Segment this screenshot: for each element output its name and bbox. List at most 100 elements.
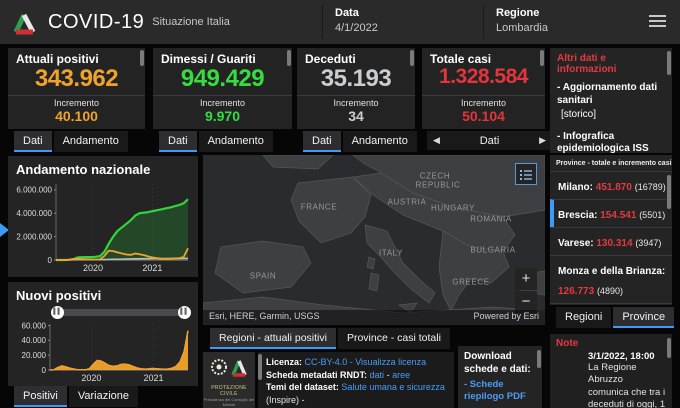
download-pdf-link[interactable]: - Schede riepilogo PDF <box>464 379 536 404</box>
tab-regioni-attuali-positivi[interactable]: Regioni - attuali positivi <box>210 328 336 349</box>
andamento-nazionale-panel: Andamento nazionale 0 2.000.000 4.000.000 6… <box>8 156 198 277</box>
slider-track[interactable] <box>54 309 188 316</box>
scrollbar-thumb[interactable] <box>537 350 541 368</box>
tab-andamento[interactable]: Andamento <box>198 131 273 152</box>
slider-handle-end[interactable]: ▌▌ <box>178 306 191 319</box>
aree-link[interactable]: aree <box>392 370 410 380</box>
salute-link[interactable]: Salute umana e sicurezza <box>341 382 445 392</box>
dati-link[interactable]: dati <box>370 370 385 380</box>
svg-text:0: 0 <box>48 256 53 265</box>
altri-dati-link[interactable]: - Infografica epidemiologica ISS <box>557 131 665 154</box>
card-title: Dimessi / Guariti <box>161 52 256 66</box>
map-landmass <box>203 155 545 325</box>
province-row[interactable]: Milano: 451.870 (16789) <box>550 171 672 199</box>
tab-province[interactable]: Province <box>613 307 675 328</box>
province-total: 126.773 <box>558 286 597 297</box>
download-panel: Download schede e dati: - Schede riepilo… <box>458 346 542 408</box>
menu-icon[interactable] <box>649 15 666 30</box>
country-label: FRANCE <box>300 202 338 212</box>
svg-text:2021: 2021 <box>142 263 162 273</box>
note-panel: Note 3/1/2022, 18:00 La Regione Abruzzo … <box>550 334 672 408</box>
scrollbar-thumb[interactable] <box>667 51 671 75</box>
province-name: Monza e della Brianza: <box>558 266 666 277</box>
note-text: La Regione Abruzzo comunica che tra i de… <box>588 362 666 408</box>
country-label: REPUBLIC <box>415 180 461 190</box>
scrollbar-thumb[interactable] <box>258 354 262 380</box>
pager-prev-icon[interactable]: ◀ <box>433 135 440 146</box>
right-tabs: Regioni Province <box>556 307 676 329</box>
tab-andamento[interactable]: Andamento <box>53 131 128 152</box>
province-name: Varese: <box>558 238 597 249</box>
card-value: 949.429 <box>180 65 265 92</box>
svg-text:6.000.000: 6.000.000 <box>16 186 52 195</box>
slider-handle-start[interactable]: ▌▌ <box>51 306 64 319</box>
province-increment: (16789) <box>634 182 666 192</box>
province-row[interactable]: Monza e della Brianza: 126.773 (4890) <box>550 255 672 303</box>
scrollbar-thumb[interactable] <box>540 50 544 66</box>
altri-dati-panel: Altri dati e informazioni - Aggiornament… <box>550 48 672 153</box>
time-range-slider: ▌▌ ▌▌ <box>51 306 191 319</box>
province-row[interactable]: Varese: 130.314 (3947) <box>550 227 672 255</box>
altri-dati-link[interactable]: - Aggiornamento dati sanitari <box>557 82 665 107</box>
country-label: AUSTRIA <box>387 197 427 207</box>
view-license-link[interactable]: Visualizza licenza <box>355 357 426 367</box>
altri-dati-link[interactable]: [storico] <box>557 109 665 122</box>
map-attribution: Esri, HERE, Garmin, USGS Powered by Esri <box>203 310 545 325</box>
pager-label: Dati <box>479 134 500 147</box>
zoom-in-button[interactable]: + <box>515 268 537 290</box>
increment-label: Incremento <box>333 98 379 109</box>
pager-next-icon[interactable]: ▶ <box>539 135 546 146</box>
scrollbar-thumb[interactable] <box>410 50 414 66</box>
covid-dashboard: COVID-19 Situazione Italia Data 4/1/2022… <box>0 0 680 408</box>
scrollbar-thumb[interactable] <box>667 338 671 358</box>
card-value: 343.962 <box>34 65 119 92</box>
scrollbar-thumb[interactable] <box>287 50 291 66</box>
increment-value: 34 <box>348 108 364 125</box>
nuovi-positivi-chart: 0 20.000 40.000 60.000 2020 2021 <box>22 321 189 383</box>
svg-text:20.000: 20.000 <box>22 351 47 360</box>
protezione-civile-logo-icon <box>13 13 36 35</box>
scrollbar-thumb[interactable] <box>667 175 671 209</box>
region-value: Lombardia <box>496 22 548 34</box>
tab-province-casi-totali[interactable]: Province - casi totali <box>337 328 450 349</box>
country-label: BULGARIA <box>470 245 516 255</box>
protezione-civile-emblem-icon <box>211 359 247 377</box>
tab-dati[interactable]: Dati <box>14 131 52 152</box>
svg-text:60.000: 60.000 <box>22 321 47 330</box>
country-label: ROMANIA <box>470 214 512 224</box>
map-tabs: Regioni - attuali positivi Province - cas… <box>210 328 452 350</box>
tab-andamento[interactable]: Andamento <box>342 131 417 152</box>
tab-positivi[interactable]: Positivi <box>14 386 67 407</box>
province-panel: Province - totale e incremento casi Mila… <box>550 155 672 305</box>
province-name: Brescia: <box>558 210 601 221</box>
tab-regioni[interactable]: Regioni <box>556 307 612 328</box>
app-title: COVID-19 <box>48 10 145 33</box>
card4-pager: ◀ Dati ▶ <box>427 131 552 150</box>
metadata-label: Scheda metadati RNDT: <box>266 369 368 380</box>
increment-value: 9.970 <box>204 108 241 125</box>
province-row[interactable]: Brescia: 154.541 (5501) <box>550 199 672 227</box>
legend-button[interactable] <box>515 163 537 185</box>
tab-variazione[interactable]: Variazione <box>68 386 139 407</box>
province-row[interactable]: Bergamo: 88.891 (4448) <box>550 303 672 305</box>
tab-dati[interactable]: Dati <box>159 131 197 152</box>
card-title: Totale casi <box>430 52 492 66</box>
increment-value: 40.100 <box>55 108 98 125</box>
logo-subtext: Presidenza del Consiglio dei Ministri <box>203 397 255 407</box>
license-label: Licenza: <box>266 357 303 367</box>
note-timestamp: 3/1/2022, 18:00 <box>588 351 655 362</box>
card-value: 1.328.584 <box>439 65 528 88</box>
note-body: 3/1/2022, 18:00 La Regione Abruzzo comun… <box>588 351 666 408</box>
scrollbar-thumb[interactable] <box>140 50 144 66</box>
license-link[interactable]: CC-BY-4.0 <box>305 357 348 367</box>
europe-map[interactable]: CZECH REPUBLIC AUSTRIA HUNGARY ROMANIA BULGAR… <box>203 155 545 325</box>
svg-text:2021: 2021 <box>143 373 163 383</box>
svg-text:40.000: 40.000 <box>22 336 47 345</box>
province-increment: (3947) <box>635 238 662 248</box>
tab-dati[interactable]: Dati <box>303 131 341 152</box>
card-value: 35.193 <box>320 65 392 92</box>
header: COVID-19 Situazione Italia Data 4/1/2022… <box>0 0 680 44</box>
card-attuali-positivi: Attuali positivi 343.962 Incremento 40.1… <box>8 48 145 129</box>
left-bottom-tabs: Positivi Variazione <box>14 386 140 408</box>
date-label: Data <box>335 7 359 19</box>
